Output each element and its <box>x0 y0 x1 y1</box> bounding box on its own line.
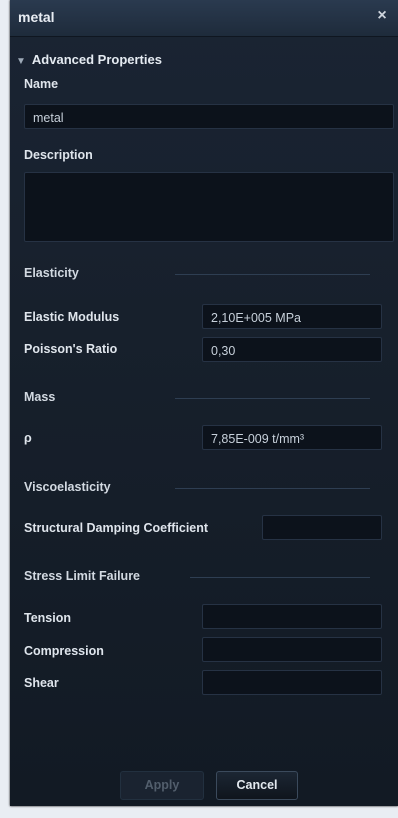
cancel-button[interactable]: Cancel <box>216 771 298 800</box>
close-icon[interactable]: × <box>372 6 392 26</box>
elastic-modulus-label: Elastic Modulus <box>24 310 120 324</box>
viscoelasticity-group-label: Viscoelasticity <box>24 480 111 494</box>
elasticity-group-label: Elasticity <box>24 266 79 280</box>
advanced-properties-header[interactable]: ▼ Advanced Properties <box>16 52 162 67</box>
description-field[interactable] <box>24 172 394 242</box>
structural-damping-field[interactable] <box>262 515 382 540</box>
elastic-modulus-field[interactable]: 2,10E+005 MPa <box>202 304 382 329</box>
name-field[interactable]: metal <box>24 104 394 129</box>
apply-button[interactable]: Apply <box>120 771 204 800</box>
compression-field[interactable] <box>202 637 382 662</box>
divider <box>175 488 370 489</box>
poissons-ratio-field[interactable]: 0,30 <box>202 337 382 362</box>
mass-group-label: Mass <box>24 390 56 404</box>
divider <box>175 274 370 275</box>
description-label: Description <box>24 148 93 162</box>
divider <box>190 577 370 578</box>
stress-limit-group-label: Stress Limit Failure <box>24 569 141 583</box>
title-bar: metal × <box>10 0 398 37</box>
structural-damping-label: Structural Damping Coefficient <box>24 521 209 535</box>
shear-field[interactable] <box>202 670 382 695</box>
tension-field[interactable] <box>202 604 382 629</box>
compression-label: Compression <box>24 644 104 658</box>
panel-title: metal <box>18 9 55 25</box>
density-label: ρ <box>24 431 32 445</box>
density-field[interactable]: 7,85E-009 t/mm³ <box>202 425 382 450</box>
tension-label: Tension <box>24 611 71 625</box>
material-properties-panel: metal × ▼ Advanced Properties Name metal … <box>10 0 398 806</box>
name-label: Name <box>24 77 59 91</box>
shear-label: Shear <box>24 676 59 690</box>
divider <box>175 398 370 399</box>
poissons-ratio-label: Poisson's Ratio <box>24 342 118 356</box>
triangle-down-icon: ▼ <box>16 56 26 67</box>
advanced-properties-label: Advanced Properties <box>31 52 162 67</box>
